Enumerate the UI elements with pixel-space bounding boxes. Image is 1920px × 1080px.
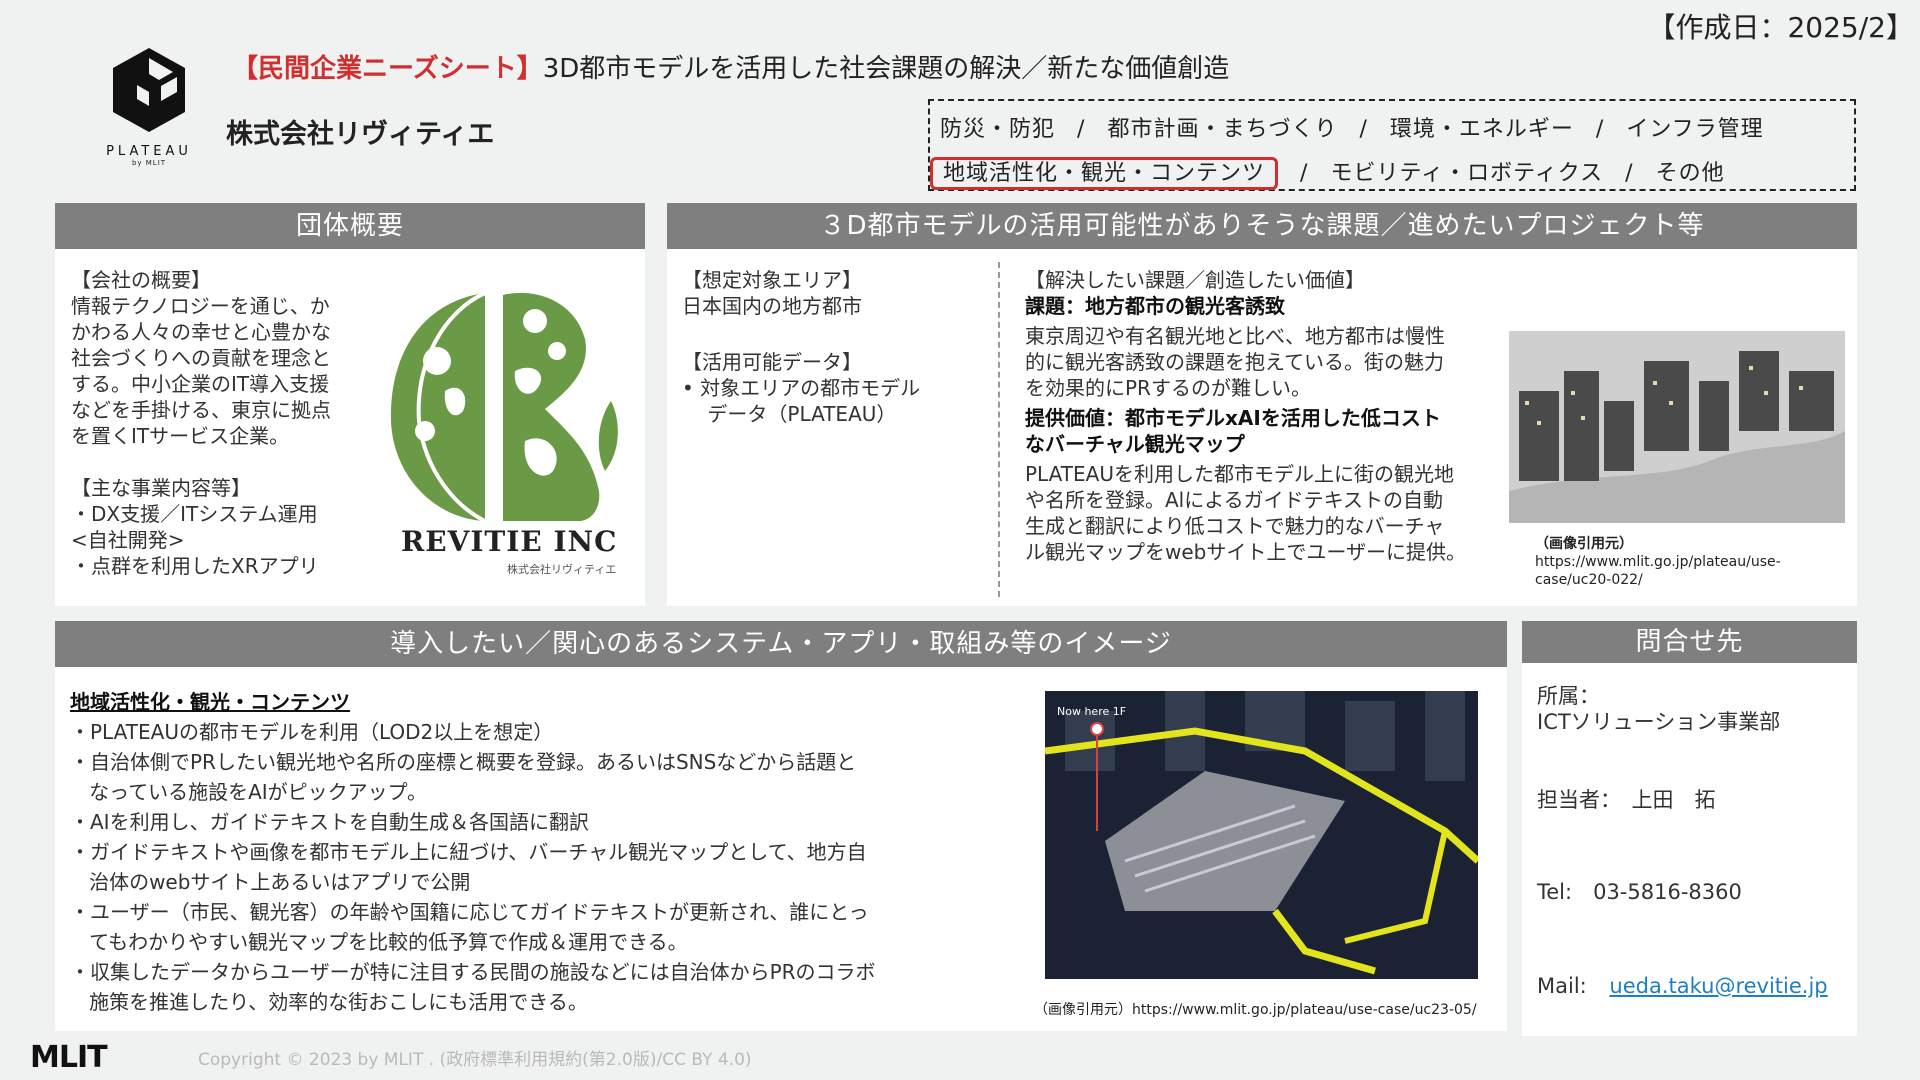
mlit-logo: MLIT bbox=[30, 1040, 108, 1075]
value-line: や名所を登録。Alによるガイドテキストの自動 bbox=[1025, 488, 1444, 512]
area-value: 日本国内の地方都市 bbox=[682, 294, 862, 318]
business-line: ・点群を利用したXRアプリ bbox=[71, 554, 319, 578]
summary-line: する。中小企業のIT導入支援 bbox=[71, 372, 330, 396]
contact-mail-label: Mail: bbox=[1537, 974, 1587, 998]
category-item: モビリティ・ロボティクス bbox=[1330, 161, 1604, 186]
system-line: てもわかりやすい観光マップを比較的低予算で作成＆運用できる。 bbox=[70, 930, 688, 954]
contact-mail-link[interactable]: ueda.taku@revitie.jp bbox=[1609, 974, 1827, 998]
category-box: 防災・防犯 / 都市計画・まちづくり / 環境・エネルギー / インフラ管理 地域活性化・観… bbox=[928, 99, 1856, 191]
summary-line: を置くITサービス企業。 bbox=[71, 424, 290, 448]
overview-panel: 団体概要 【会社の概要】 情報テクノロジーを通じ、か かわる人々の幸せと心豊かな… bbox=[55, 203, 645, 606]
summary-line: 社会づくりへの貢献を理念と bbox=[71, 346, 331, 370]
revitie-brand-sub: 株式会社リヴィティエ bbox=[507, 563, 617, 576]
contact-tel: Tel: 03-5816-8360 bbox=[1537, 880, 1742, 904]
contact-person: 担当者： 上田 拓 bbox=[1537, 788, 1716, 812]
system-line: 施策を推進したり、効率的な街おこしにも活用できる。 bbox=[70, 990, 588, 1014]
issue-title: 課題：地方都市の観光客誘致 bbox=[1025, 294, 1285, 318]
station-model-image: Now here 1F bbox=[1045, 691, 1478, 979]
system-line: なっている施設をAIがピックアップ。 bbox=[70, 780, 428, 804]
area-and-data: 【想定対象エリア】 日本国内の地方都市 【活用可能データ】 • 対象エリアの都市… bbox=[682, 267, 982, 427]
business-line: <自社開発> bbox=[71, 528, 185, 552]
overview-heading: 団体概要 bbox=[55, 203, 645, 249]
revitie-brand-name: REVITIE INC bbox=[401, 525, 618, 558]
system-line: ・ガイドテキストや画像を都市モデル上に紐づけ、バーチャル観光マップとして、地方自 bbox=[70, 840, 867, 864]
category-item: インフラ管理 bbox=[1626, 117, 1764, 142]
category-row-1: 防災・防犯 / 都市計画・まちづくり / 環境・エネルギー / インフラ管理 bbox=[940, 111, 1764, 143]
image-caption-label: （画像引用元） bbox=[1535, 536, 1633, 552]
category-separator: / bbox=[1359, 117, 1368, 142]
city-model-image bbox=[1509, 331, 1845, 523]
category-item: 環境・エネルギー bbox=[1389, 117, 1574, 142]
issues-panel: ３D都市モデルの活用可能性がありそうな課題／進めたいプロジェクト等 【想定対象エ… bbox=[667, 203, 1857, 606]
category-item: その他 bbox=[1655, 161, 1725, 186]
system-line: ・収集したデータからユーザーが特に注目する民間の施設などには自治体からPRのコラ… bbox=[70, 960, 876, 984]
plateau-logo: PLATEAU by MLIT bbox=[94, 46, 204, 167]
issue-description: 【解決したい課題／創造したい価値】 課題：地方都市の観光客誘致 東京周辺や有名観… bbox=[1025, 267, 1485, 565]
issues-heading: ３D都市モデルの活用可能性がありそうな課題／進めたいプロジェクト等 bbox=[667, 203, 1857, 249]
category-item: 都市計画・まちづくり bbox=[1107, 117, 1338, 142]
category-separator: / bbox=[1625, 161, 1634, 186]
solve-label: 【解決したい課題／創造したい価値】 bbox=[1025, 268, 1365, 292]
business-line: ・DX支援／ITシステム運用 bbox=[71, 502, 318, 526]
category-separator: / bbox=[1595, 117, 1605, 142]
map-location-label: Now here 1F bbox=[1057, 705, 1126, 718]
copyright-text: Copyright © 2023 by MLIT . (政府標準利用規約(第2.… bbox=[198, 1050, 752, 1070]
plateau-cube-icon bbox=[113, 48, 185, 132]
company-name: 株式会社リヴィティエ bbox=[226, 119, 495, 150]
value-line: 生成と翻訳により低コストで魅力的なバーチャ bbox=[1025, 514, 1445, 538]
system-description: 地域活性化・観光・コンテンツ ・PLATEAUの都市モデルを利用（LOD2以上を… bbox=[70, 689, 1020, 1017]
summary-label: 【会社の概要】 bbox=[71, 268, 211, 292]
contact-heading: 問合せ先 bbox=[1522, 621, 1857, 663]
plateau-logo-text: PLATEAU bbox=[106, 144, 192, 159]
image-caption-url: case/uc20-022/ bbox=[1535, 572, 1643, 588]
issue-line: 的に観光客誘致の課題を抱えている。街の魅力 bbox=[1025, 350, 1444, 374]
system-section-title: 地域活性化・観光・コンテンツ bbox=[70, 690, 350, 714]
value-line: PLATEAUを利用した都市モデル上に街の観光地 bbox=[1025, 462, 1454, 486]
summary-line: などを手掛ける、東京に拠点 bbox=[71, 398, 331, 422]
revitie-leaf-logo-icon bbox=[390, 291, 618, 523]
value-title-line: なバーチャル観光マップ bbox=[1025, 432, 1245, 456]
system-line: ・AIを利用し、ガイドテキストを自動生成＆各国語に翻訳 bbox=[70, 810, 589, 834]
category-separator: / bbox=[1077, 117, 1086, 142]
category-row-2: 地域活性化・観光・コンテンツ / モビリティ・ロボティクス / その他 bbox=[930, 155, 1725, 190]
image-caption-url: https://www.mlit.go.jp/plateau/use- bbox=[1535, 554, 1781, 570]
system-line: 治体のwebサイト上あるいはアプリで公開 bbox=[70, 870, 471, 894]
page-title: 【民間企業ニーズシート】3D都市モデルを活用した社会課題の解決／新たな価値創造 bbox=[232, 48, 1229, 85]
value-title-line: 提供価値：都市モデルxAIを活用した低コスト bbox=[1025, 406, 1441, 430]
plateau-logo-subtext: by MLIT bbox=[131, 159, 167, 167]
issues-divider bbox=[998, 262, 1000, 597]
contact-dept-value: ICTソリューション事業部 bbox=[1537, 710, 1781, 734]
contact-mail: Mail: ueda.taku@revitie.jp bbox=[1537, 973, 1828, 999]
summary-line: かわる人々の幸せと心豊かな bbox=[71, 320, 331, 344]
contact-dept-label: 所属： bbox=[1537, 684, 1600, 708]
system-panel: 導入したい／関心のあるシステム・アプリ・取組み等のイメージ 地域活性化・観光・コ… bbox=[55, 621, 1507, 1031]
category-separator: / bbox=[1300, 161, 1309, 186]
issue-line: を効果的にPRするのが難しい。 bbox=[1025, 376, 1311, 400]
system-image-caption: （画像引用元）https://www.mlit.go.jp/plateau/us… bbox=[1034, 1002, 1477, 1018]
summary-line: 情報テクノロジーを通じ、か bbox=[71, 294, 330, 318]
data-label: 【活用可能データ】 bbox=[682, 350, 862, 374]
system-line: ・ユーザー（市民、観光客）の年齢や国籍に応じてガイドテキストが更新され、誰にとっ bbox=[70, 900, 869, 924]
title-accent: 【民間企業ニーズシート】 bbox=[232, 54, 543, 84]
data-line: データ（PLATEAU） bbox=[682, 402, 897, 426]
value-line: ル観光マップをwebサイト上でユーザーに提供。 bbox=[1025, 540, 1466, 564]
company-summary: 【会社の概要】 情報テクノロジーを通じ、か かわる人々の幸せと心豊かな 社会づく… bbox=[71, 267, 401, 579]
issue-line: 東京周辺や有名観光地と比べ、地方都市は慢性 bbox=[1025, 324, 1445, 348]
title-main: 3D都市モデルを活用した社会課題の解決／新たな価値創造 bbox=[542, 54, 1230, 84]
system-line: ・PLATEAUの都市モデルを利用（LOD2以上を想定） bbox=[70, 720, 554, 744]
category-item-highlighted: 地域活性化・観光・コンテンツ bbox=[930, 157, 1279, 190]
creation-date: 【作成日：2025/2】 bbox=[1647, 11, 1914, 44]
contact-panel: 問合せ先 所属： ICTソリューション事業部 担当者： 上田 拓 Tel: 03… bbox=[1522, 621, 1857, 1036]
category-item: 防災・防犯 bbox=[940, 117, 1056, 142]
system-line: ・自治体側でPRしたい観光地や名所の座標と概要を登録。あるいはSNSなどから話題… bbox=[70, 750, 857, 774]
system-heading: 導入したい／関心のあるシステム・アプリ・取組み等のイメージ bbox=[55, 621, 1507, 667]
business-label: 【主な事業内容等】 bbox=[71, 476, 251, 500]
area-label: 【想定対象エリア】 bbox=[682, 268, 862, 292]
data-line: • 対象エリアの都市モデル bbox=[682, 376, 921, 400]
